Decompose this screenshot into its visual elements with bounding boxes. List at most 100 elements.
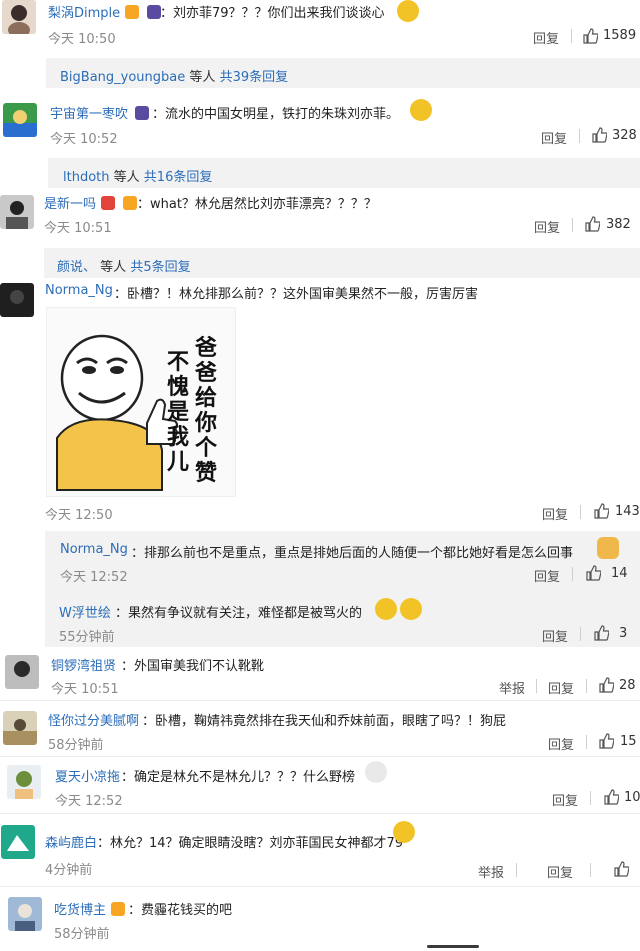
avatar[interactable] [1, 825, 35, 859]
reply-names[interactable]: lthdoth [63, 170, 110, 185]
comment-text: ：what？林允居然比刘亦菲漂亮？？？？ [137, 197, 377, 212]
reply-text: ：果然有争议就有关注，难怪都是被骂火的 [115, 606, 363, 621]
comment-time: 今天 10:51 [44, 221, 112, 236]
vip-badge-icon [125, 5, 139, 19]
vip-badge-icon [123, 196, 138, 210]
reply-count[interactable]: 共39条回复 [220, 70, 289, 85]
comment-username[interactable]: 是新一吗 [44, 193, 96, 212]
comment-text: ：卧槽？！林允排那么前？？这外国审美果然不一般，厉害厉害 [114, 287, 479, 302]
reply-mid: 等人 [113, 170, 140, 185]
divider [571, 29, 572, 43]
like-count: 1589 [603, 28, 637, 43]
member-badge-icon [135, 106, 149, 120]
reply-mid: 等人 [189, 70, 216, 85]
more-replies-link[interactable]: 颜说、 等人 共5条回复 [57, 256, 191, 275]
meme-caption-2: 不愧是我儿 [167, 350, 190, 475]
comment-username[interactable]: 吃货博主 [54, 899, 106, 918]
divider [536, 679, 537, 693]
reply-username[interactable]: W浮世绘 [59, 602, 111, 621]
reply-button[interactable]: 回复 [534, 566, 560, 585]
avatar[interactable] [0, 283, 34, 317]
comment-time: 58分钟前 [54, 927, 110, 942]
comment-time: 4分钟前 [45, 863, 93, 878]
avatar[interactable] [0, 195, 34, 229]
reply-username[interactable]: Norma_Ng [60, 542, 128, 557]
avatar[interactable] [3, 711, 37, 745]
report-button[interactable]: 举报 [478, 862, 504, 881]
divider [579, 129, 580, 143]
like-count: 3 [619, 626, 628, 641]
vip-badges [98, 193, 138, 212]
laugh-emoji-icon [410, 99, 432, 121]
thumbs-up-icon[interactable] [603, 789, 619, 805]
comment-time: 今天 10:50 [48, 32, 116, 47]
comment-username[interactable]: 梨涡Dimple [48, 2, 120, 21]
smile-emoji-icon [393, 821, 415, 843]
comment-text: ：确定是林允不是林允儿？？？什么野榜 [121, 770, 356, 785]
thumbs-up-icon[interactable] [585, 565, 601, 581]
face-emoji-icon [365, 761, 387, 783]
avatar[interactable] [7, 765, 41, 799]
meme-image[interactable]: 爸爸给你个赞 不愧是我儿 [46, 307, 236, 497]
comment-text: ：林允？14？确定眼睛没瞎？刘亦菲国民女神都才79 [97, 836, 404, 851]
thumbs-up-icon[interactable] [593, 625, 609, 641]
reply-button[interactable]: 回复 [552, 790, 578, 809]
reply-time: 55分钟前 [59, 630, 115, 645]
member-badge-icon [147, 5, 162, 19]
praying-hands-icon [597, 537, 619, 559]
reply-button[interactable]: 回复 [547, 862, 573, 881]
comment-username[interactable]: 夏天小凉拖 [55, 766, 120, 785]
reply-names[interactable]: 颜说、 [57, 260, 96, 275]
more-replies-link[interactable]: BigBang_youngbae 等人 共39条回复 [60, 66, 288, 85]
comment-username[interactable]: 怪你过分美腻啊 [48, 710, 139, 729]
comment-text: ：流水的中国女明星，铁打的朱珠刘亦菲。 [152, 107, 400, 122]
reply-button[interactable]: 回复 [533, 28, 559, 47]
comment-time: 58分钟前 [48, 738, 104, 753]
reply-button[interactable]: 回复 [542, 504, 568, 523]
divider [590, 863, 591, 877]
reply-button[interactable]: 回复 [542, 626, 568, 645]
comment-username[interactable]: 铜锣湾祖贤 [51, 655, 116, 674]
divider [580, 627, 581, 641]
reply-button[interactable]: 回复 [541, 128, 567, 147]
reply-count[interactable]: 共5条回复 [130, 260, 190, 275]
thumbs-up-icon[interactable] [593, 503, 609, 519]
divider [516, 863, 517, 877]
member-badge [132, 103, 149, 122]
comment-text: ：费霾花钱买的吧 [128, 903, 233, 918]
avatar[interactable] [8, 897, 42, 931]
reply-time: 今天 12:52 [60, 570, 128, 585]
report-button[interactable]: 举报 [499, 678, 525, 697]
reply-count[interactable]: 共16条回复 [144, 170, 213, 185]
like-count: 14 [611, 566, 628, 581]
divider [580, 505, 581, 519]
cry-laugh-emoji-icon [400, 598, 422, 620]
divider [586, 679, 587, 693]
like-count: 328 [612, 128, 637, 143]
comment-text: ：卧槽，鞠婧祎竟然排在我天仙和乔妹前面，眼瞎了吗？！狗屁 [142, 714, 507, 729]
thumbs-up-icon[interactable] [598, 677, 614, 693]
comment-username[interactable]: 宇宙第一枣吹 [50, 103, 128, 122]
more-replies-link[interactable]: lthdoth 等人 共16条回复 [63, 166, 212, 185]
reply-button[interactable]: 回复 [548, 734, 574, 753]
divider [590, 791, 591, 805]
like-count: 143 [615, 504, 640, 519]
thumbs-up-icon[interactable] [591, 127, 607, 143]
thumbs-up-icon[interactable] [582, 28, 598, 44]
like-count: 28 [619, 678, 636, 693]
thumbs-up-icon[interactable] [613, 861, 629, 877]
reply-button[interactable]: 回复 [548, 678, 574, 697]
reply-names[interactable]: BigBang_youngbae [60, 70, 185, 85]
comment-username[interactable]: Norma_Ng [45, 283, 113, 298]
thumbs-up-icon[interactable] [584, 216, 600, 232]
avatar[interactable] [2, 0, 36, 34]
reply-button[interactable]: 回复 [534, 217, 560, 236]
thumbs-up-icon[interactable] [598, 733, 614, 749]
comment-username[interactable]: 森屿鹿白 [45, 832, 97, 851]
cry-laugh-emoji-icon [375, 598, 397, 620]
bottom-bar [427, 945, 479, 948]
divider [572, 567, 573, 581]
avatar[interactable] [5, 655, 39, 689]
row-divider [0, 700, 640, 701]
avatar[interactable] [3, 103, 37, 137]
